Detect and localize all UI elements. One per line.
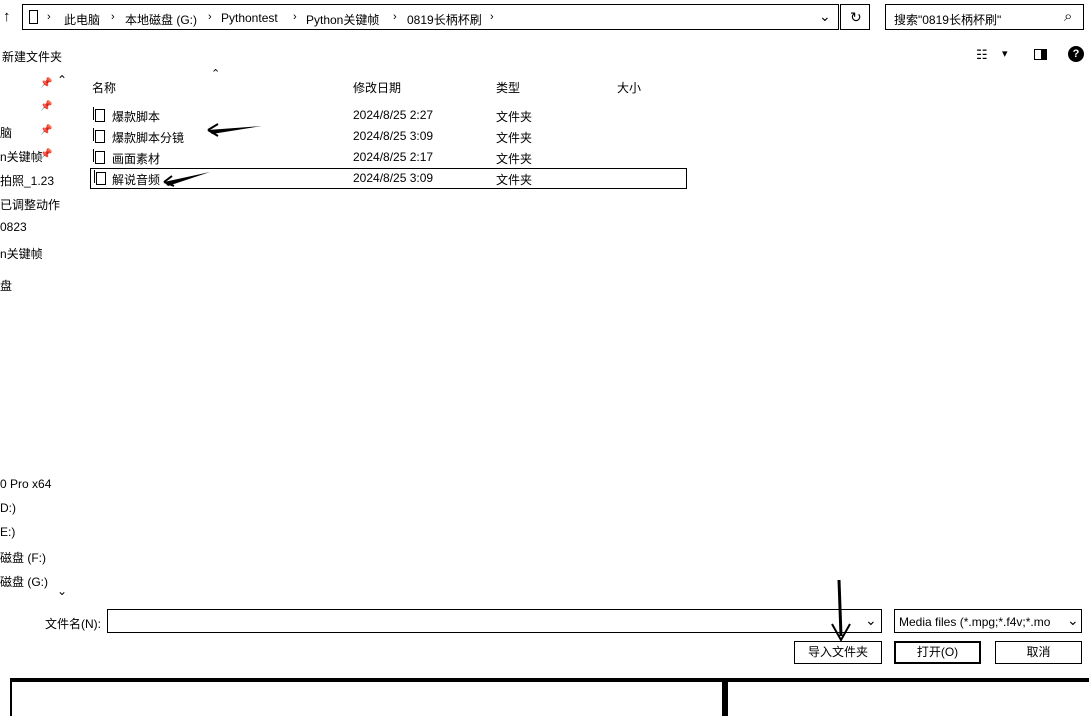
chevron-right-icon: › [47, 11, 51, 23]
up-arrow-icon[interactable]: ↑ [3, 8, 11, 25]
chevron-right-icon: › [111, 11, 115, 23]
sidebar-item[interactable]: 脑 [0, 124, 12, 141]
annotation-arrow-stroke [837, 579, 843, 637]
refresh-icon: ↻ [850, 9, 862, 25]
annotation-arrow [831, 579, 851, 643]
file-modified: 2024/8/25 3:09 [353, 171, 434, 185]
file-modified: 2024/8/25 2:27 [353, 108, 434, 122]
help-icon[interactable]: ? [1068, 46, 1084, 62]
import-folder-button[interactable]: 导入文件夹 [794, 641, 882, 664]
scroll-up-icon[interactable]: ⌃ [57, 73, 67, 87]
new-folder-button[interactable]: 新建文件夹 [2, 48, 62, 65]
search-icon[interactable]: ⌕ [1064, 8, 1072, 25]
sidebar-drive-item[interactable]: 0 Pro x64 [0, 477, 51, 491]
file-type: 文件夹 [496, 110, 533, 124]
breadcrumb-item[interactable]: 本地磁盘 (G:) [125, 11, 197, 28]
sidebar-item[interactable]: 拍照_1.23 [0, 172, 54, 189]
annotation-arrows [163, 123, 262, 187]
folder-icon [93, 149, 105, 164]
scroll-down-icon[interactable]: ⌄ [57, 584, 67, 598]
cancel-button[interactable]: 取消 [995, 641, 1082, 664]
column-header-name[interactable]: 名称 [92, 79, 116, 96]
breadcrumb-item[interactable]: Pythontest [221, 11, 278, 25]
file-modified: 2024/8/25 2:17 [353, 150, 434, 164]
filetype-value: Media files (*.mpg;*.f4v;*.mo [899, 615, 1051, 629]
refresh-button[interactable]: ↻ [840, 4, 870, 30]
chevron-right-icon: › [293, 11, 297, 23]
pin-icon: 📌 [40, 101, 53, 112]
annotation-arrow-stroke [208, 126, 262, 134]
breadcrumb-item[interactable]: Python关键帧 [306, 11, 379, 28]
address-bar[interactable]: › 此电脑 › 本地磁盘 (G:) › Pythontest › Python关… [22, 4, 839, 30]
chevron-right-icon: › [208, 11, 212, 23]
pin-icon: 📌 [40, 78, 53, 89]
sidebar-item[interactable]: n关键帧 [0, 148, 43, 165]
chevron-right-icon: › [393, 11, 397, 23]
view-dropdown-icon[interactable]: ▾ [1002, 47, 1008, 60]
background-window-edge [10, 678, 1089, 682]
sidebar-item[interactable]: 盘 [0, 277, 12, 294]
sidebar-item[interactable]: 已调整动作 [0, 196, 60, 213]
history-dropdown-icon[interactable]: ⌄ [819, 8, 831, 25]
background-window-divider [722, 678, 728, 716]
breadcrumb-item[interactable]: 0819长柄杯刷 [407, 11, 482, 28]
file-type: 文件夹 [496, 131, 533, 145]
chevron-right-icon: › [490, 11, 494, 23]
file-modified: 2024/8/25 3:09 [353, 129, 434, 143]
background-window-edge [10, 678, 12, 716]
folder-icon [94, 170, 106, 185]
filename-input[interactable]: ⌄ [107, 609, 882, 633]
folder-icon [93, 107, 105, 122]
view-options-icon[interactable]: ☷ [976, 47, 988, 63]
file-type: 文件夹 [496, 152, 533, 166]
folder-icon [93, 128, 105, 143]
column-header-size[interactable]: 大小 [617, 79, 641, 96]
preview-pane-fill [1041, 50, 1047, 59]
filename-label: 文件名(N): [45, 617, 101, 631]
sidebar-drive-item[interactable]: D:) [0, 501, 16, 515]
pc-icon [29, 10, 38, 24]
preview-pane-icon[interactable] [1034, 49, 1047, 60]
sidebar-drive-item[interactable]: 磁盘 (F:) [0, 549, 46, 566]
breadcrumb-item[interactable]: 此电脑 [64, 11, 100, 28]
sort-ascending-icon: ⌃ [211, 68, 221, 80]
sidebar-item[interactable]: n关键帧 [0, 245, 43, 262]
open-button[interactable]: 打开(O) [894, 641, 981, 664]
filetype-select[interactable]: Media files (*.mpg;*.f4v;*.mo ⌄ [894, 609, 1082, 633]
file-type: 文件夹 [496, 173, 533, 187]
chevron-down-icon[interactable]: ⌄ [865, 612, 877, 629]
sidebar-drive-item[interactable]: 磁盘 (G:) [0, 573, 48, 590]
sidebar-item[interactable]: 0823 [0, 220, 27, 234]
search-input[interactable]: 搜索"0819长柄杯刷" ⌕ [885, 4, 1084, 30]
column-header-modified[interactable]: 修改日期 [353, 79, 401, 96]
pin-icon: 📌 [40, 125, 53, 136]
column-header-type[interactable]: 类型 [496, 79, 520, 96]
chevron-down-icon: ⌄ [1067, 612, 1079, 628]
sidebar-drive-item[interactable]: E:) [0, 525, 15, 539]
search-placeholder: 搜索"0819长柄杯刷" [894, 13, 1002, 27]
